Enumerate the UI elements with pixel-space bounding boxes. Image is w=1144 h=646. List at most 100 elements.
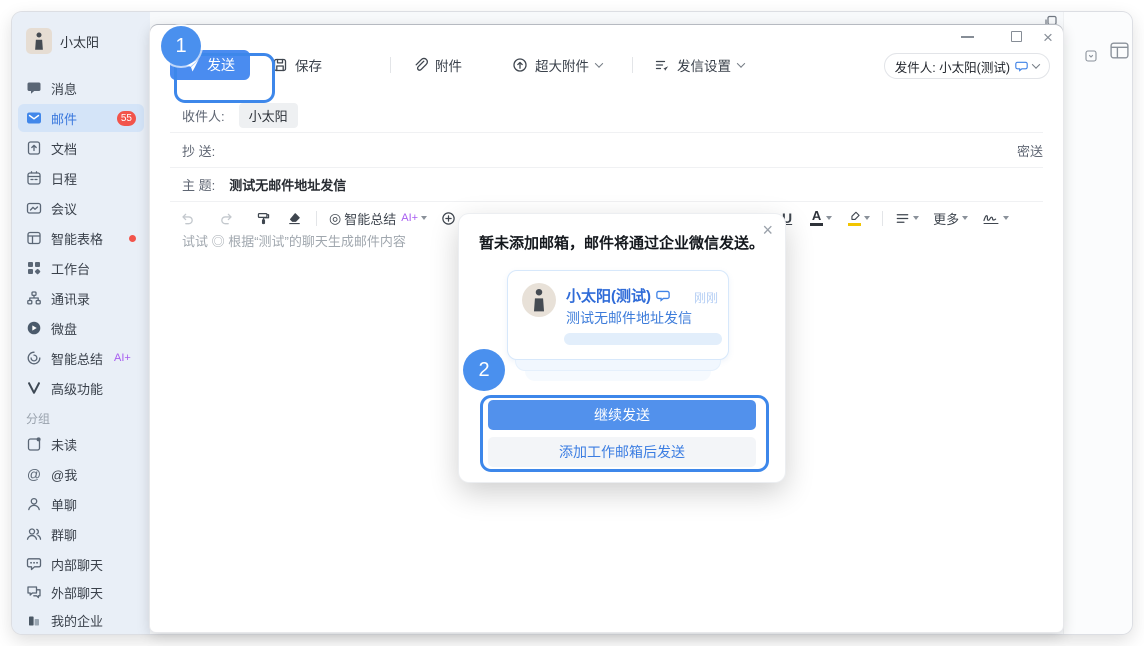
sidebar-item-unread[interactable]: 未读 <box>18 430 144 458</box>
attachment-button[interactable]: 附件 <box>412 50 462 80</box>
caret-down-icon <box>864 216 870 220</box>
toolbar-divider <box>632 57 633 73</box>
right-strip <box>1063 12 1132 634</box>
screenshot-canvas: 小太阳 消息 邮件 55 文档 日程 会议 <box>0 0 1144 646</box>
subject-label: 主 题: <box>182 175 215 194</box>
sidebar-item-smart-table[interactable]: 智能表格 <box>18 224 144 252</box>
editor-divider <box>882 211 883 226</box>
preview-avatar <box>522 283 556 317</box>
bcc-toggle[interactable]: 密送 <box>1017 141 1043 160</box>
large-attachment-icon <box>512 57 528 73</box>
recipient-row[interactable]: 收件人: 小太阳 <box>170 98 1043 133</box>
caret-down-icon <box>913 216 919 220</box>
sidebar-item-smart-summary[interactable]: 智能总结 AI+ <box>18 344 144 372</box>
internal-chat-icon <box>26 556 42 572</box>
advanced-icon <box>26 380 42 396</box>
preview-subject: 测试无邮件地址发信 <box>566 308 692 328</box>
preview-sender-name: 小太阳(测试) <box>566 285 670 306</box>
drive-icon <box>26 320 42 336</box>
format-painter-icon[interactable] <box>256 211 271 226</box>
cc-label: 抄 送: <box>182 141 215 160</box>
group-header: 分组 <box>26 410 50 427</box>
sidebar-item-my-company[interactable]: 我的企业 <box>18 606 144 634</box>
layout-toggle-icon[interactable] <box>1109 40 1130 66</box>
mail-icon <box>26 110 42 126</box>
insert-icon[interactable] <box>441 211 456 226</box>
body-placeholder[interactable]: 试试 ◎ 根据“测试”的聊天生成邮件内容 <box>182 231 406 250</box>
chevron-down-icon <box>1032 60 1040 68</box>
caret-down-icon <box>1003 216 1009 220</box>
to-label: 收件人: <box>182 106 225 125</box>
ai-plus-tag: AI+ <box>114 352 131 364</box>
sidebar-item-internal-chat[interactable]: 内部聊天 <box>18 550 144 578</box>
sender-selector[interactable]: 发件人: 小太阳(测试) <box>884 53 1050 79</box>
minimize-compose-icon[interactable] <box>961 36 974 38</box>
sidebar-item-drive[interactable]: 微盘 <box>18 314 144 342</box>
profile[interactable]: 小太阳 <box>26 28 99 54</box>
clear-format-icon[interactable] <box>287 211 302 226</box>
subject-row[interactable]: 主 题: 测试无邮件地址发信 <box>170 168 1043 202</box>
external-chat-icon <box>26 584 42 600</box>
dialog-title: 暂未添加邮箱，邮件将通过企业微信发送。 <box>479 233 765 255</box>
stacked-card-edge <box>515 360 721 371</box>
main-window: 小太阳 消息 邮件 55 文档 日程 会议 <box>12 12 1132 634</box>
caret-down-icon <box>826 216 832 220</box>
contacts-icon <box>26 290 42 306</box>
sidebar-item-workbench[interactable]: 工作台 <box>18 254 144 282</box>
large-attachment-button[interactable]: 超大附件 <box>512 50 602 80</box>
people-icon <box>26 526 42 542</box>
undo-icon[interactable] <box>180 211 195 226</box>
unread-icon <box>26 436 42 452</box>
ai-plus-tag: AI+ <box>401 212 418 224</box>
maximize-compose-icon[interactable] <box>1011 31 1022 42</box>
sidebar-item-group-chat[interactable]: 群聊 <box>18 520 144 548</box>
sidebar-item-single-chat[interactable]: 单聊 <box>18 490 144 518</box>
sidebar-item-external-chat[interactable]: 外部聊天 <box>18 578 144 606</box>
workbench-icon <box>26 260 42 276</box>
at-icon: @ <box>26 466 42 482</box>
more-menu[interactable]: 更多 <box>933 209 968 228</box>
sidebar: 小太阳 消息 邮件 55 文档 日程 会议 <box>12 12 150 634</box>
close-compose-icon[interactable]: × <box>1043 27 1053 49</box>
message-preview-card: 小太阳(测试) 刚刚 测试无邮件地址发信 <box>507 270 729 360</box>
chevron-down-icon <box>595 59 603 67</box>
wechat-bubble-icon <box>1015 60 1028 73</box>
unread-count-badge: 55 <box>117 111 136 126</box>
redo-icon[interactable] <box>219 211 234 226</box>
sidebar-item-calendar[interactable]: 日程 <box>18 164 144 192</box>
send-settings-button[interactable]: 发信设置 <box>654 50 744 80</box>
ai-summary-button[interactable]: ◎ 智能总结 AI+ <box>329 209 427 228</box>
collapse-panel-icon[interactable] <box>1085 49 1097 67</box>
paperclip-icon <box>412 57 428 73</box>
tutorial-step1-badge: 1 <box>161 26 201 66</box>
align-icon[interactable] <box>895 211 919 226</box>
smart-table-icon <box>26 230 42 246</box>
smart-summary-icon <box>26 350 42 366</box>
preview-timestamp: 刚刚 <box>694 289 718 306</box>
cc-row[interactable]: 抄 送: 密送 <box>170 133 1043 168</box>
person-icon <box>26 496 42 512</box>
ai-swirl-icon: ◎ <box>329 210 341 227</box>
sidebar-item-messages[interactable]: 消息 <box>18 74 144 102</box>
sidebar-item-mail[interactable]: 邮件 55 <box>18 104 144 132</box>
save-button[interactable]: 保存 <box>272 50 322 80</box>
chevron-down-icon <box>737 59 745 67</box>
font-color-icon[interactable]: A <box>810 210 832 226</box>
avatar <box>26 28 52 54</box>
subject-input[interactable]: 测试无邮件地址发信 <box>229 175 346 194</box>
sidebar-item-at-me[interactable]: @ @我 <box>18 460 144 488</box>
editor-divider <box>316 211 317 226</box>
sidebar-item-contacts[interactable]: 通讯录 <box>18 284 144 312</box>
sidebar-item-advanced[interactable]: 高级功能 <box>18 374 144 402</box>
editor-toolbar-right: U A 更多 <box>782 206 1009 230</box>
sidebar-item-docs[interactable]: 文档 <box>18 134 144 162</box>
send-settings-icon <box>654 57 670 73</box>
calendar-icon <box>26 170 42 186</box>
recipient-chip[interactable]: 小太阳 <box>239 103 298 128</box>
caret-down-icon <box>962 216 968 220</box>
toolbar-divider <box>390 57 391 73</box>
chat-icon <box>26 80 42 96</box>
signature-icon[interactable] <box>982 211 1009 225</box>
highlight-color-icon[interactable] <box>848 211 870 226</box>
sidebar-item-meeting[interactable]: 会议 <box>18 194 144 222</box>
